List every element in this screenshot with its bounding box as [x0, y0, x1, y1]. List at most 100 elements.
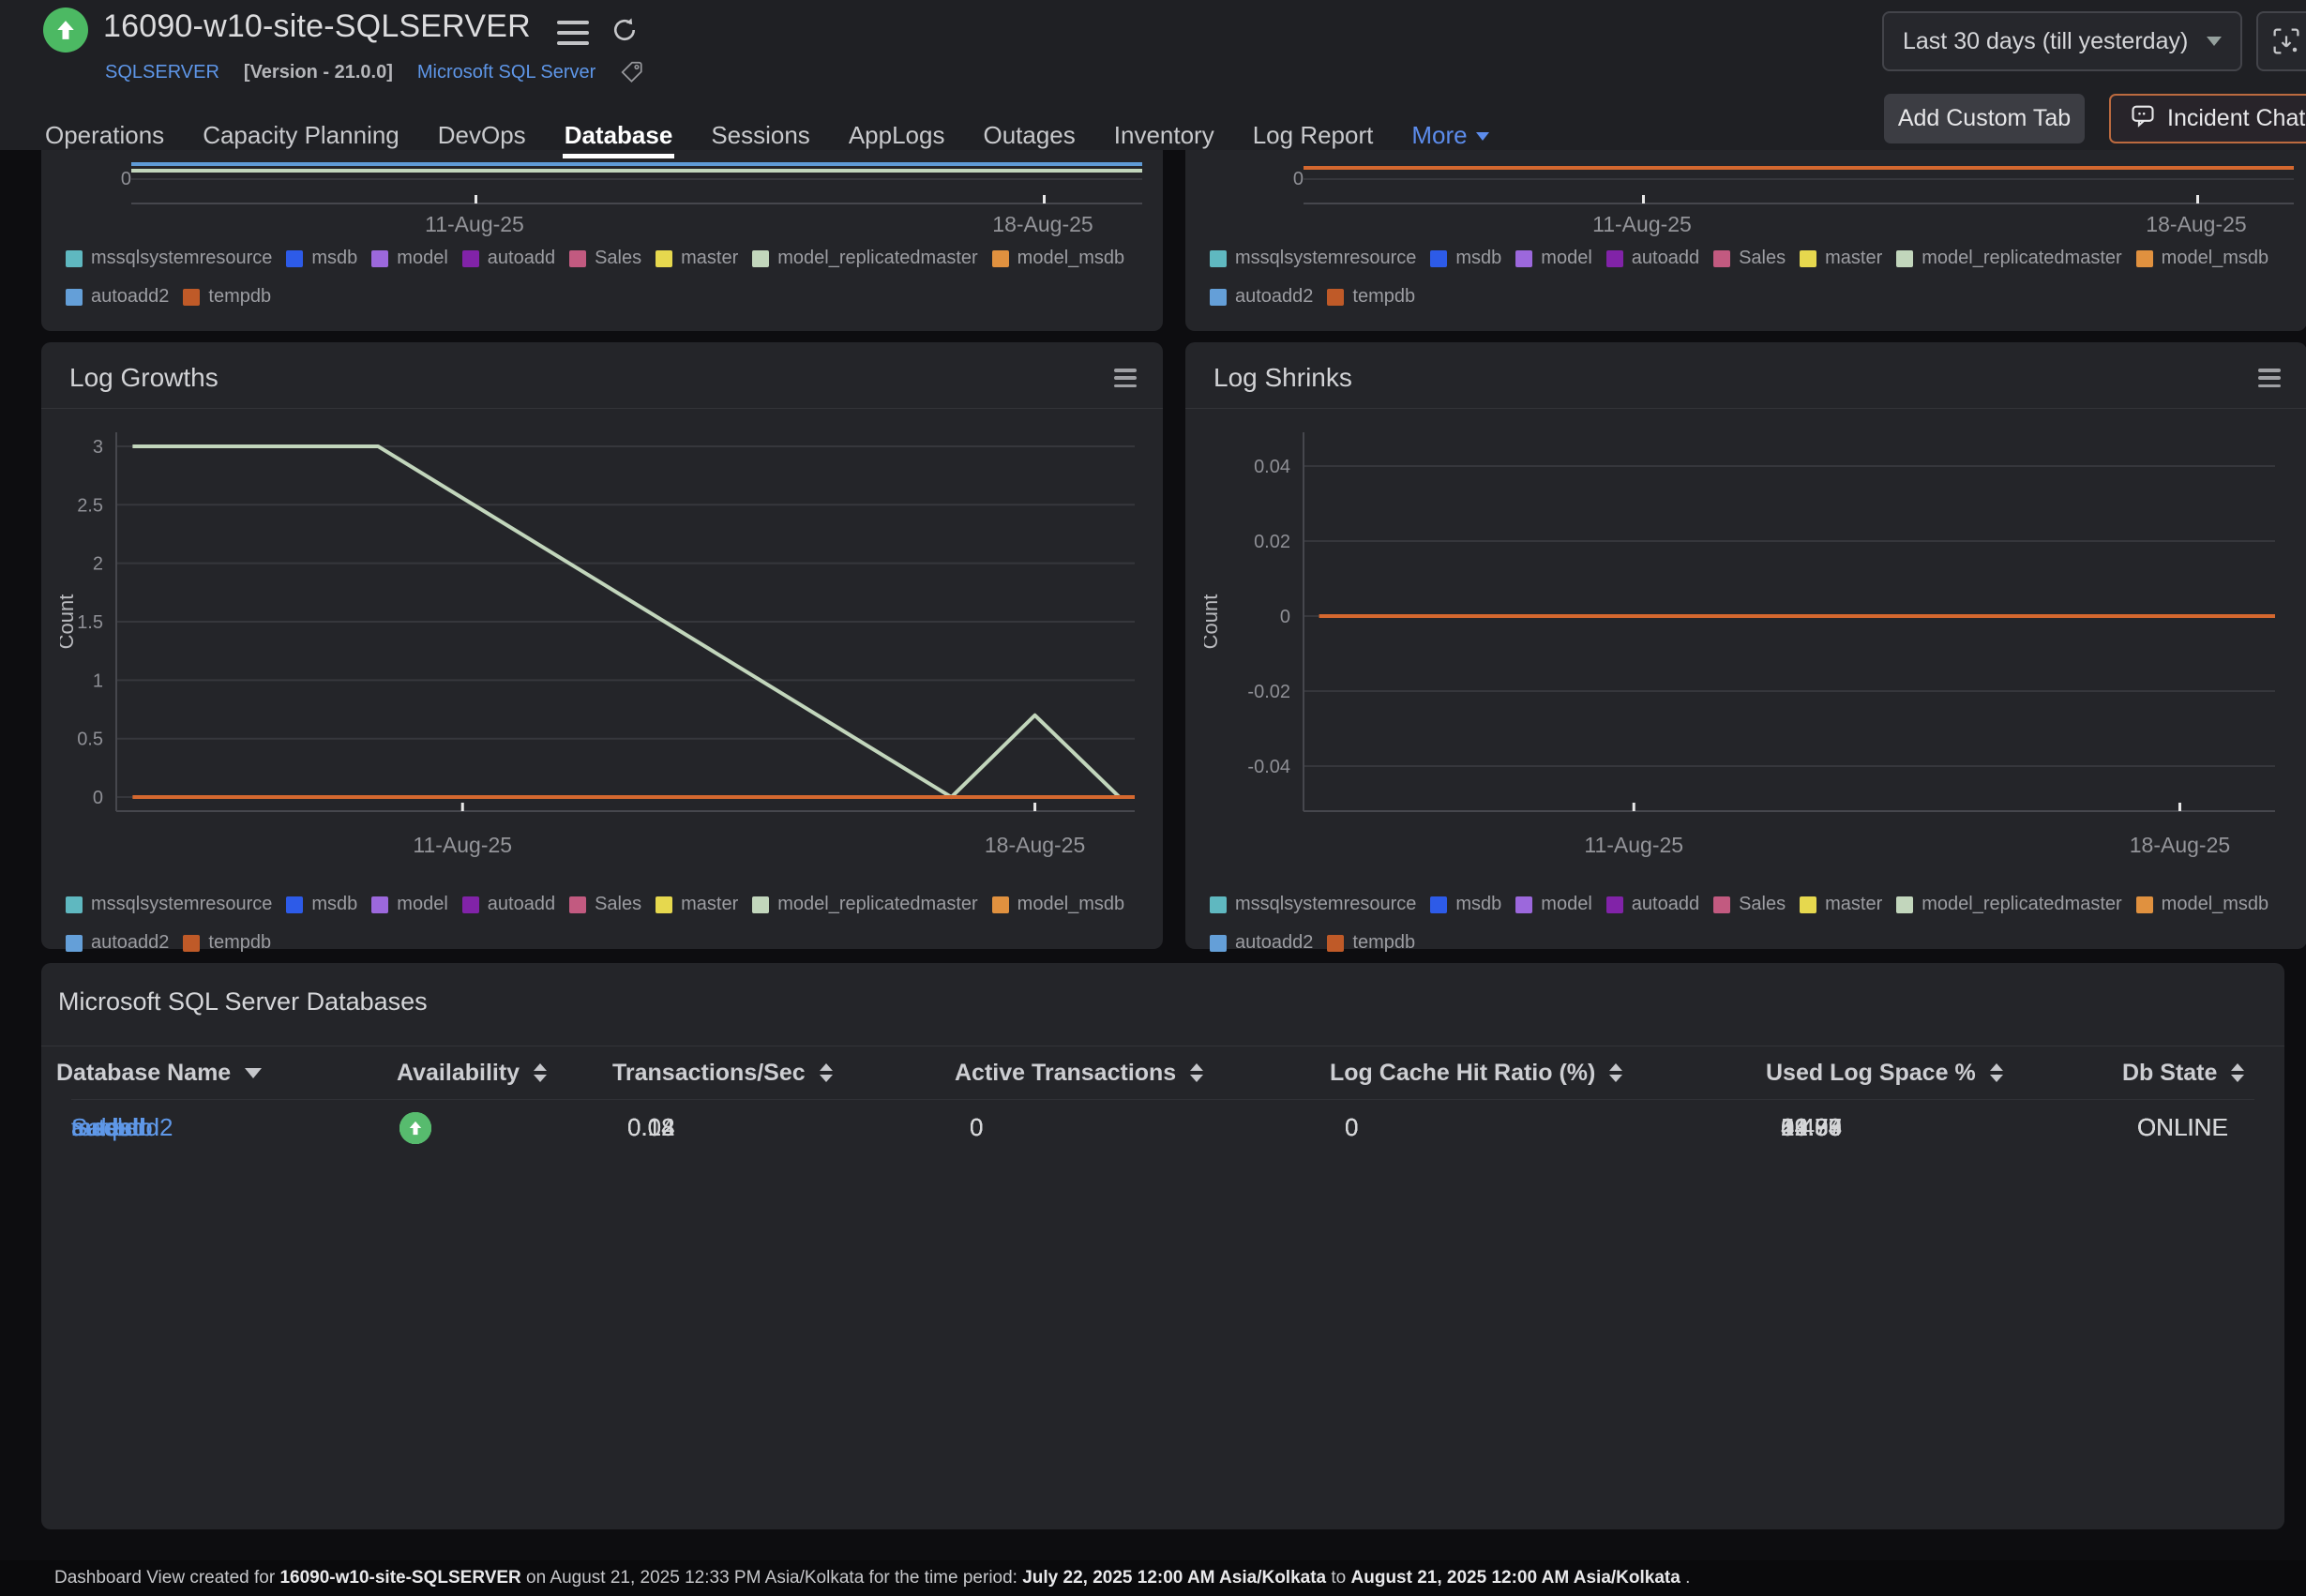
legend-swatch: [1713, 896, 1730, 913]
time-range-dropdown[interactable]: Last 30 days (till yesterday): [1882, 11, 2242, 71]
svg-text:Count: Count: [1204, 595, 1222, 650]
legend-item-model_replicatedmaster[interactable]: model_replicatedmaster: [752, 248, 977, 269]
legend-label: model_msdb: [2162, 894, 2269, 915]
tab-operations[interactable]: Operations: [45, 120, 164, 150]
legend-swatch: [462, 250, 479, 267]
legend-label: msdb: [311, 894, 357, 915]
chart-menu-icon[interactable]: [2258, 369, 2281, 387]
legend-item-mssqlsystemresource[interactable]: mssqlsystemresource: [1210, 248, 1416, 269]
database-name-link[interactable]: Sales: [71, 1113, 132, 1141]
x-tick: [1043, 195, 1046, 203]
column-header-transactions-sec[interactable]: Transactions/Sec: [600, 1060, 942, 1087]
legend-item-model_msdb[interactable]: model_msdb: [992, 248, 1125, 269]
column-header-availability[interactable]: Availability: [384, 1060, 600, 1087]
category-link[interactable]: Microsoft SQL Server: [417, 62, 595, 83]
legend-item-mssqlsystemresource[interactable]: mssqlsystemresource: [1210, 894, 1416, 915]
legend-item-model[interactable]: model: [1515, 248, 1591, 269]
add-custom-tab-button[interactable]: Add Custom Tab: [1884, 94, 2085, 143]
legend-item-model_replicatedmaster[interactable]: model_replicatedmaster: [1896, 894, 2121, 915]
tab-devops[interactable]: DevOps: [438, 120, 526, 150]
legend-item-tempdb[interactable]: tempdb: [183, 286, 271, 308]
column-header-used-log-space[interactable]: Used Log Space %: [1754, 1060, 2110, 1087]
sort-down-icon: [820, 1075, 833, 1082]
legend-item-msdb[interactable]: msdb: [286, 248, 357, 269]
legend-item-autoadd[interactable]: autoadd: [1606, 894, 1699, 915]
column-header-db-state[interactable]: Db State: [2110, 1060, 2269, 1087]
column-header-database-name[interactable]: Database Name: [56, 1060, 384, 1087]
panel-divider: [1185, 408, 2306, 409]
legend-item-Sales[interactable]: Sales: [569, 894, 641, 915]
legend-item-model[interactable]: model: [371, 248, 447, 269]
legend-swatch: [1606, 250, 1623, 267]
tab-applogs[interactable]: AppLogs: [849, 120, 945, 150]
legend-item-autoadd2[interactable]: autoadd2: [66, 932, 169, 954]
tab-outages[interactable]: Outages: [983, 120, 1075, 150]
legend-label: autoadd: [1632, 248, 1699, 269]
refresh-icon[interactable]: [610, 15, 640, 45]
legend-item-autoadd[interactable]: autoadd: [1606, 248, 1699, 269]
column-label: Active Transactions: [955, 1060, 1176, 1087]
tab-capacity-planning[interactable]: Capacity Planning: [203, 120, 399, 150]
legend-label: model_replicatedmaster: [777, 248, 977, 269]
dashboard-root: 16090-w10-site-SQLSERVER SQLSERVER [Vers…: [0, 0, 2306, 1596]
legend-item-model_replicatedmaster[interactable]: model_replicatedmaster: [1896, 248, 2121, 269]
log_growths-svg: 00.511.522.5311-Aug-2518-Aug-25Count: [60, 417, 1144, 888]
custom-view-button[interactable]: [2256, 11, 2306, 71]
column-header-log-cache-hit-ratio[interactable]: Log Cache Hit Ratio (%): [1318, 1060, 1754, 1087]
tag-icon[interactable]: [620, 60, 644, 84]
legend-item-Sales[interactable]: Sales: [1713, 894, 1786, 915]
tab-more-label: More: [1411, 120, 1467, 150]
legend-item-master[interactable]: master: [656, 894, 738, 915]
chart-menu-icon[interactable]: [1114, 369, 1137, 387]
legend-item-tempdb[interactable]: tempdb: [183, 932, 271, 954]
monitor-type-link[interactable]: SQLSERVER: [105, 62, 219, 83]
legend-item-model_msdb[interactable]: model_msdb: [2136, 248, 2269, 269]
legend-item-master[interactable]: master: [656, 248, 738, 269]
legend-swatch: [1210, 250, 1227, 267]
legend-item-autoadd2[interactable]: autoadd2: [1210, 932, 1313, 954]
tab-more[interactable]: More: [1411, 120, 1488, 150]
title-menu-icon[interactable]: [557, 21, 589, 45]
legend-swatch: [462, 896, 479, 913]
legend-item-model_replicatedmaster[interactable]: model_replicatedmaster: [752, 894, 977, 915]
tab-sessions[interactable]: Sessions: [711, 120, 810, 150]
legend-label: mssqlsystemresource: [91, 248, 272, 269]
availability-up-icon[interactable]: [399, 1112, 431, 1144]
column-label: Database Name: [56, 1060, 231, 1087]
legend-swatch: [1210, 896, 1227, 913]
legend-swatch: [183, 935, 200, 952]
tab-inventory[interactable]: Inventory: [1114, 120, 1214, 150]
legend-label: msdb: [1455, 894, 1501, 915]
legend-item-autoadd2[interactable]: autoadd2: [1210, 286, 1313, 308]
legend-item-master[interactable]: master: [1800, 894, 1882, 915]
svg-text:0.02: 0.02: [1254, 532, 1290, 552]
tab-log-report[interactable]: Log Report: [1253, 120, 1374, 150]
legend-item-autoadd2[interactable]: autoadd2: [66, 286, 169, 308]
tab-database[interactable]: Database: [565, 120, 673, 150]
legend-item-model[interactable]: model: [371, 894, 447, 915]
legend-swatch: [1713, 250, 1730, 267]
legend-item-autoadd[interactable]: autoadd: [462, 248, 555, 269]
incident-chat-button[interactable]: Incident Chat: [2109, 94, 2306, 143]
legend-item-Sales[interactable]: Sales: [569, 248, 641, 269]
legend-item-tempdb[interactable]: tempdb: [1327, 932, 1415, 954]
legend-swatch: [1515, 896, 1532, 913]
legend-label: mssqlsystemresource: [91, 894, 272, 915]
legend-item-msdb[interactable]: msdb: [1430, 894, 1501, 915]
legend-item-Sales[interactable]: Sales: [1713, 248, 1786, 269]
legend-item-tempdb[interactable]: tempdb: [1327, 286, 1415, 308]
legend-item-msdb[interactable]: msdb: [1430, 248, 1501, 269]
legend-label: mssqlsystemresource: [1235, 894, 1416, 915]
legend-item-mssqlsystemresource[interactable]: mssqlsystemresource: [66, 248, 272, 269]
chevron-down-icon: [2207, 37, 2222, 46]
legend-item-mssqlsystemresource[interactable]: mssqlsystemresource: [66, 894, 272, 915]
legend-item-master[interactable]: master: [1800, 248, 1882, 269]
legend-item-model_msdb[interactable]: model_msdb: [992, 894, 1125, 915]
legend-label: autoadd2: [91, 286, 169, 308]
column-header-active-transactions[interactable]: Active Transactions: [942, 1060, 1318, 1087]
legend-item-model_msdb[interactable]: model_msdb: [2136, 894, 2269, 915]
legend-swatch: [66, 250, 83, 267]
legend-item-model[interactable]: model: [1515, 894, 1591, 915]
legend-item-autoadd[interactable]: autoadd: [462, 894, 555, 915]
legend-item-msdb[interactable]: msdb: [286, 894, 357, 915]
